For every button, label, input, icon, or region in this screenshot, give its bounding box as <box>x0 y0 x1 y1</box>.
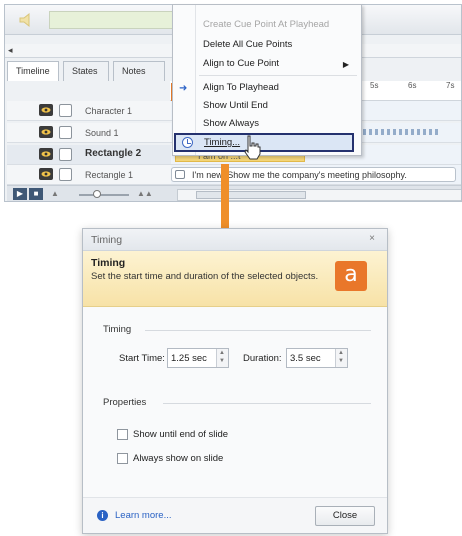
ruler-tick: 6s <box>408 81 417 90</box>
duration-input[interactable]: 3.5 sec ▲ ▼ <box>286 348 348 368</box>
tab-states[interactable]: States <box>63 61 109 81</box>
clock-icon <box>182 137 193 148</box>
always-show-checkbox[interactable] <box>117 453 128 464</box>
close-button[interactable]: Close <box>315 506 375 526</box>
spin-down-icon[interactable]: ▼ <box>219 358 225 364</box>
menu-separator <box>199 75 357 76</box>
ruler-tick: 5s <box>370 81 379 90</box>
ruler-tick: 7s <box>446 81 455 90</box>
eye-icon[interactable] <box>39 168 53 180</box>
zoom-in-icon[interactable]: ▲▲ <box>137 189 153 198</box>
menu-item-show-always[interactable]: Show Always <box>203 118 259 129</box>
section-title-timing: Timing <box>103 324 132 335</box>
close-icon[interactable]: × <box>369 233 375 244</box>
info-icon: i <box>97 510 108 521</box>
menu-item-create-cue-point[interactable]: Create Cue Point At Playhead <box>203 19 329 30</box>
zoom-slider[interactable] <box>79 194 129 196</box>
menu-item-show-until-end[interactable]: Show Until End <box>203 100 268 111</box>
context-menu: Create Cue Point At Playhead Delete All … <box>172 4 362 156</box>
lock-checkbox[interactable] <box>59 126 72 139</box>
duration-label: Duration: <box>243 353 282 364</box>
section-title-properties: Properties <box>103 397 147 408</box>
eye-icon[interactable] <box>39 148 53 160</box>
dialog-footer: i Learn more... Close <box>83 497 387 533</box>
section-divider <box>145 330 371 331</box>
dialog-title: Timing <box>91 234 123 246</box>
scroll-left-icon[interactable]: ◂ <box>8 45 13 56</box>
spin-down-icon[interactable]: ▼ <box>338 358 344 364</box>
align-arrow-icon: ➜ <box>179 83 188 94</box>
eye-icon[interactable] <box>39 126 53 138</box>
toolbar-field[interactable] <box>49 11 179 29</box>
spin-up-icon[interactable]: ▲ <box>338 350 344 356</box>
start-time-label: Start Time: <box>119 353 165 364</box>
shape-icon <box>175 170 185 179</box>
play-icon[interactable]: ▶ <box>13 188 27 200</box>
timing-dialog: Timing × Timing Set the start time and d… <box>82 228 388 534</box>
learn-more-link[interactable]: Learn more... <box>115 510 172 521</box>
menu-item-delete-cue-points[interactable]: Delete All Cue Points <box>203 39 292 50</box>
header-description: Set the start time and duration of the s… <box>91 271 319 282</box>
eye-icon[interactable] <box>39 104 53 116</box>
lock-checkbox[interactable] <box>59 168 72 181</box>
start-time-input[interactable]: 1.25 sec ▲ ▼ <box>167 348 229 368</box>
start-time-value: 1.25 sec <box>171 353 207 364</box>
duration-spinner[interactable]: ▲ ▼ <box>335 349 347 367</box>
header-title: Timing <box>91 257 126 269</box>
row-label: Rectangle 2 <box>85 148 142 159</box>
row-label: Sound 1 <box>85 128 119 138</box>
lock-checkbox[interactable] <box>59 104 72 117</box>
stop-icon[interactable]: ■ <box>29 188 43 200</box>
row-label: Rectangle 1 <box>85 170 134 180</box>
row-label: Character 1 <box>85 106 133 116</box>
tab-notes[interactable]: Notes <box>113 61 165 81</box>
speaker-icon[interactable] <box>17 12 43 28</box>
menu-item-label: Timing... <box>204 137 241 148</box>
menu-item-align-to-cue-point[interactable]: Align to Cue Point <box>203 58 279 69</box>
show-until-end-checkbox[interactable] <box>117 429 128 440</box>
dialog-header: Timing Set the start time and duration o… <box>83 251 387 307</box>
zoom-out-icon[interactable]: ▲ <box>51 189 59 198</box>
zoom-slider-handle[interactable] <box>93 190 101 198</box>
spin-up-icon[interactable]: ▲ <box>219 350 225 356</box>
menu-item-align-to-playhead[interactable]: Align To Playhead <box>203 82 279 93</box>
panel-tabs: Timeline States Notes <box>7 61 167 81</box>
section-divider <box>163 403 371 404</box>
always-show-label[interactable]: Always show on slide <box>133 453 223 464</box>
tab-timeline[interactable]: Timeline <box>7 61 59 81</box>
dialog-titlebar[interactable]: Timing × <box>83 229 387 251</box>
start-time-spinner[interactable]: ▲ ▼ <box>216 349 228 367</box>
show-until-end-label[interactable]: Show until end of slide <box>133 429 228 440</box>
brand-logo-icon: a <box>335 261 367 291</box>
hand-cursor-icon <box>244 135 261 160</box>
submenu-arrow-icon: ▶ <box>342 60 349 69</box>
duration-value: 3.5 sec <box>290 353 321 364</box>
lock-checkbox[interactable] <box>59 148 72 161</box>
